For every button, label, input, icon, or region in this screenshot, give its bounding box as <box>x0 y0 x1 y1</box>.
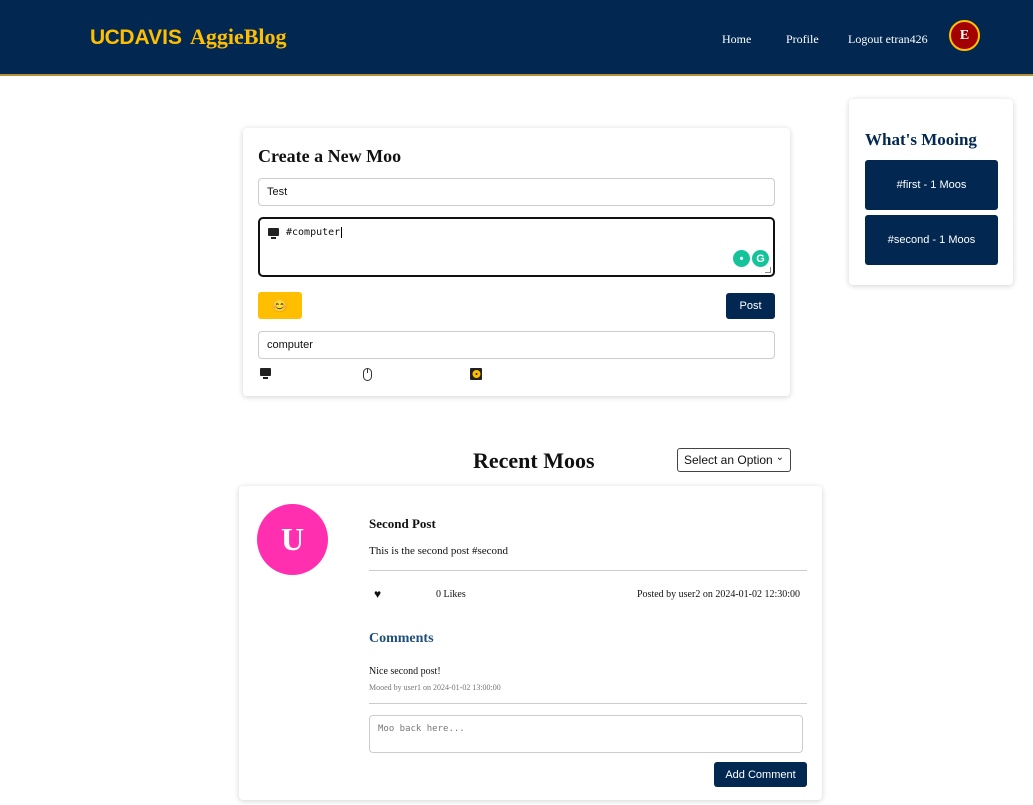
post-title: Second Post <box>369 516 436 531</box>
comment-text: Nice second post! <box>369 666 441 677</box>
divider <box>369 570 807 571</box>
create-moo-card: Create a New Moo Test #computer • G 😊 Po… <box>243 128 790 396</box>
resize-handle[interactable] <box>765 267 771 273</box>
post-author-avatar: U <box>257 504 328 575</box>
emoji-search-value: computer <box>267 339 313 351</box>
brand-logo[interactable]: UC DAVIS AggieBlog <box>90 24 287 50</box>
top-navbar: UC DAVIS AggieBlog Home Profile Logout e… <box>0 0 1033 76</box>
comment-placeholder: Moo back here... <box>378 724 465 734</box>
emoji-results <box>260 368 780 384</box>
whats-mooing-card: What's Mooing #first - 1 Moos #second - … <box>849 99 1013 285</box>
sort-select-value: Select an Option <box>684 453 773 467</box>
recent-moos-title: Recent Moos <box>473 448 595 473</box>
comment-meta: Mooed by user1 on 2024-01-02 13:00:00 <box>369 683 501 692</box>
post-button[interactable]: Post <box>726 293 775 319</box>
heart-icon[interactable]: ♥ <box>374 587 381 602</box>
sort-select[interactable]: Select an Option ⌄ <box>677 448 791 472</box>
nav-profile-link[interactable]: Profile <box>786 32 819 47</box>
add-comment-button[interactable]: Add Comment <box>714 762 807 787</box>
smiley-icon: 😊 <box>271 297 289 313</box>
brand-blog-name: AggieBlog <box>189 24 287 49</box>
computer-disk-icon[interactable] <box>470 368 482 384</box>
chevron-down-icon: ⌄ <box>775 452 784 463</box>
computer-mouse-icon[interactable] <box>363 368 372 385</box>
user-avatar[interactable]: E <box>949 20 980 51</box>
bulb-icon[interactable]: • <box>733 250 750 267</box>
computer-disk-shape <box>470 368 482 380</box>
trending-tag-second[interactable]: #second - 1 Moos <box>865 215 998 265</box>
divider <box>369 703 807 704</box>
brand-davis: DAVIS <box>119 26 182 49</box>
create-moo-title: Create a New Moo <box>258 146 402 166</box>
computer-mouse-shape <box>363 368 372 381</box>
grammarly-widget[interactable]: • G <box>733 250 769 267</box>
emoji-picker-button[interactable]: 😊 <box>258 292 302 319</box>
text-cursor <box>341 227 343 238</box>
comment-textarea[interactable]: Moo back here... <box>369 715 803 753</box>
moo-title-value: Test <box>267 186 288 198</box>
emoji-search-input[interactable]: computer <box>258 331 775 359</box>
post-body: This is the second post #second <box>369 545 509 557</box>
whats-mooing-title: What's Mooing <box>865 130 977 149</box>
computer-icon-shape <box>260 368 271 379</box>
brand-uc: UC <box>90 26 120 49</box>
comments-heading: Comments <box>369 631 434 646</box>
moo-content-textarea[interactable]: #computer • G <box>258 217 775 277</box>
like-count: 0 Likes <box>436 589 466 600</box>
computer-icon <box>268 228 279 239</box>
grammarly-icon[interactable]: G <box>752 250 769 267</box>
moo-title-input[interactable]: Test <box>258 178 775 206</box>
moo-content-value: #computer <box>286 227 341 238</box>
post-meta: Posted by user2 on 2024-01-02 12:30:00 <box>637 589 801 600</box>
nav-logout-link[interactable]: Logout etran426 <box>848 32 928 47</box>
trending-tag-first[interactable]: #first - 1 Moos <box>865 160 998 210</box>
post-card: U Second Post This is the second post #s… <box>239 486 822 800</box>
nav-home-link[interactable]: Home <box>722 32 751 47</box>
